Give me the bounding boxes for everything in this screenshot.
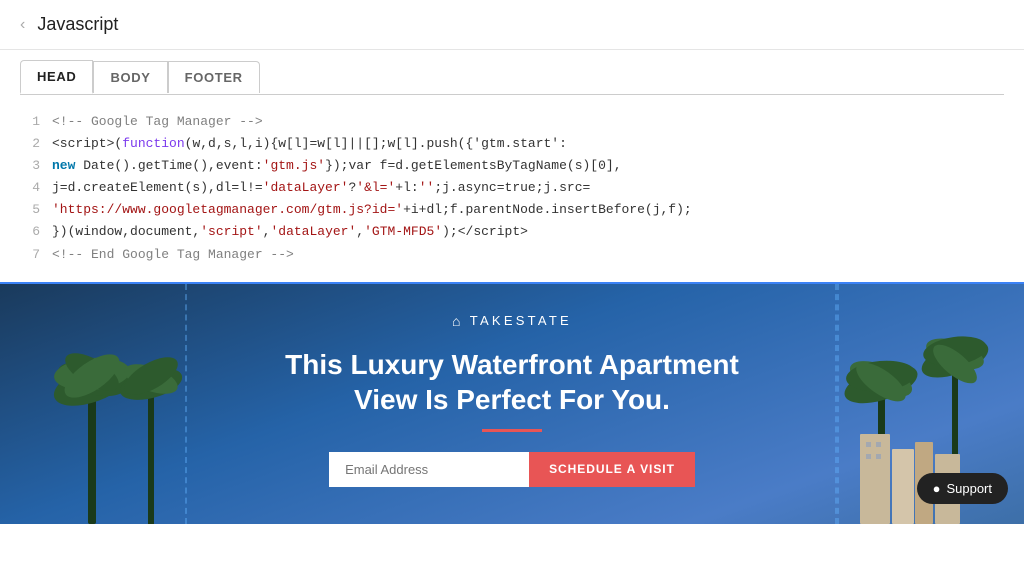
support-chat-icon: ● <box>933 481 941 496</box>
code-content-4: j=d.createElement(s),dl=l!='dataLayer'?'… <box>52 177 1004 199</box>
code-line-6: 6 })(window,document,'script','dataLayer… <box>0 221 1024 243</box>
code-content-6: })(window,document,'script','dataLayer',… <box>52 221 1004 243</box>
line-num-6: 6 <box>20 221 40 243</box>
tabs-bar: HEAD BODY FOOTER <box>0 50 1024 94</box>
line-num-7: 7 <box>20 244 40 266</box>
support-button[interactable]: ● Support <box>917 473 1008 504</box>
code-content-2: <script>(function(w,d,s,l,i){w[l]=w[l]||… <box>52 133 1004 155</box>
support-label: Support <box>946 481 992 496</box>
code-line-1: 1 <!-- Google Tag Manager --> <box>0 111 1024 133</box>
code-line-5: 5 'https://www.googletagmanager.com/gtm.… <box>0 199 1024 221</box>
line-num-4: 4 <box>20 177 40 199</box>
code-line-2: 2 <script>(function(w,d,s,l,i){w[l]=w[l]… <box>0 133 1024 155</box>
line-num-5: 5 <box>20 199 40 221</box>
preview-form: SCHEDULE A VISIT <box>329 452 695 487</box>
line-num-2: 2 <box>20 133 40 155</box>
code-line-7: 7 <!-- End Google Tag Manager --> <box>0 244 1024 266</box>
code-content-1: <!-- Google Tag Manager --> <box>52 111 1004 133</box>
back-icon[interactable]: ‹ <box>20 16 25 34</box>
logo-text: TAKESTATE <box>470 313 572 328</box>
code-content-3: new Date().getTime(),event:'gtm.js'});va… <box>52 155 1004 177</box>
preview-section: ⌂ TAKESTATE This Luxury Waterfront Apart… <box>0 284 1024 524</box>
line-num-1: 1 <box>20 111 40 133</box>
tab-head[interactable]: HEAD <box>20 60 93 94</box>
code-line-3: 3 new Date().getTime(),event:'gtm.js'});… <box>0 155 1024 177</box>
top-bar: ‹ Javascript <box>0 0 1024 50</box>
schedule-visit-button[interactable]: SCHEDULE A VISIT <box>529 452 695 487</box>
preview-underline <box>482 429 542 432</box>
code-content-7: <!-- End Google Tag Manager --> <box>52 244 1004 266</box>
preview-logo: ⌂ TAKESTATE <box>452 313 572 329</box>
code-content-5: 'https://www.googletagmanager.com/gtm.js… <box>52 199 1004 221</box>
line-num-3: 3 <box>20 155 40 177</box>
code-line-4: 4 j=d.createElement(s),dl=l!='dataLayer'… <box>0 177 1024 199</box>
preview-headline: This Luxury Waterfront Apartment View Is… <box>252 347 772 417</box>
house-icon: ⌂ <box>452 313 464 329</box>
tab-footer[interactable]: FOOTER <box>168 61 260 93</box>
page-title: Javascript <box>37 14 118 35</box>
email-input[interactable] <box>329 452 529 487</box>
tab-body[interactable]: BODY <box>93 61 167 93</box>
code-editor[interactable]: 1 <!-- Google Tag Manager --> 2 <script>… <box>0 95 1024 284</box>
